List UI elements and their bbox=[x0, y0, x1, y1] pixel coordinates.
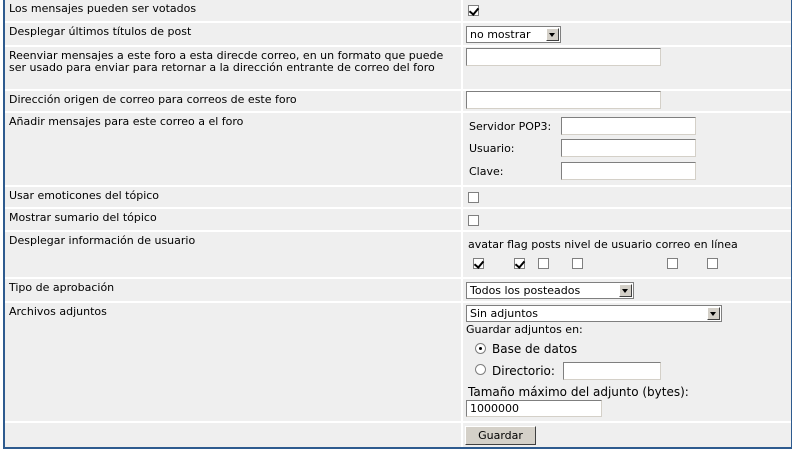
attachments-select[interactable]: Sin adjuntos bbox=[466, 305, 722, 322]
label-forward: Reenviar mensajes a este foro a esta dir… bbox=[5, 47, 461, 89]
save-button[interactable]: Guardar bbox=[465, 426, 536, 445]
label-origin: Dirección origen de correo para correos … bbox=[5, 91, 461, 111]
pop-user-input[interactable] bbox=[561, 139, 696, 157]
label-userinfo: Desplegar información de usuario bbox=[5, 232, 461, 277]
summary-checkbox[interactable] bbox=[468, 215, 479, 226]
save-in-label: Guardar adjuntos en: bbox=[466, 323, 583, 336]
row-save: Guardar bbox=[5, 423, 791, 447]
approval-select[interactable]: Todos los posteados bbox=[466, 282, 634, 299]
label-emoticons: Usar emoticones del tópico bbox=[5, 187, 461, 207]
pop-server-input[interactable] bbox=[561, 117, 696, 135]
online-checkbox[interactable] bbox=[707, 258, 718, 269]
chevron-down-icon bbox=[707, 307, 720, 320]
database-label: Base de datos bbox=[492, 342, 578, 356]
pop-pass-label: Clave: bbox=[469, 165, 504, 178]
label-approval: Tipo de aprobación bbox=[5, 279, 461, 301]
label-voted: Los mensajes pueden ser votados bbox=[5, 0, 461, 21]
user-level-checkbox[interactable] bbox=[572, 258, 583, 269]
voted-checkbox[interactable] bbox=[468, 5, 479, 16]
emoticons-checkbox[interactable] bbox=[468, 192, 479, 203]
label-titles: Desplegar últimos títulos de post bbox=[5, 23, 461, 45]
forum-settings-panel: Los mensajes pueden ser votados Desplega… bbox=[3, 0, 792, 449]
label-save-empty bbox=[5, 423, 461, 447]
max-size-input[interactable] bbox=[466, 400, 602, 417]
flag-checkbox[interactable] bbox=[514, 258, 525, 269]
row-pop: Añadir mensajes para este correo a el fo… bbox=[5, 113, 791, 185]
posts-checkbox[interactable] bbox=[538, 258, 549, 269]
label-pop: Añadir mensajes para este correo a el fo… bbox=[5, 113, 461, 185]
email-checkbox[interactable] bbox=[667, 258, 678, 269]
attachments-select-value: Sin adjuntos bbox=[470, 307, 539, 320]
directory-radio[interactable] bbox=[475, 364, 486, 375]
origin-email-input[interactable] bbox=[466, 91, 661, 109]
titles-select[interactable]: no mostrar bbox=[466, 26, 561, 43]
row-emoticons: Usar emoticones del tópico bbox=[5, 187, 791, 207]
row-userinfo: Desplegar información de usuario avatar … bbox=[5, 232, 791, 277]
userinfo-header: avatar flag posts nivel de usuario corre… bbox=[468, 238, 738, 251]
pop-server-label: Servidor POP3: bbox=[469, 120, 552, 133]
chevron-down-icon bbox=[619, 284, 632, 297]
row-titles: Desplegar últimos títulos de post no mos… bbox=[5, 23, 791, 45]
avatar-checkbox[interactable] bbox=[473, 258, 484, 269]
row-summary: Mostrar sumario del tópico bbox=[5, 209, 791, 230]
chevron-down-icon bbox=[546, 28, 559, 41]
row-approval: Tipo de aprobación Todos los posteados bbox=[5, 279, 791, 301]
titles-select-value: no mostrar bbox=[470, 28, 531, 41]
approval-select-value: Todos los posteados bbox=[470, 284, 581, 297]
database-radio[interactable] bbox=[475, 343, 486, 354]
max-size-label: Tamaño máximo del adjunto (bytes): bbox=[468, 385, 689, 399]
forward-email-input[interactable] bbox=[466, 48, 661, 66]
label-summary: Mostrar sumario del tópico bbox=[5, 209, 461, 230]
pop-user-label: Usuario: bbox=[469, 142, 515, 155]
row-origin: Dirección origen de correo para correos … bbox=[5, 91, 791, 111]
pop-pass-input[interactable] bbox=[561, 162, 696, 180]
directory-label: Directorio: bbox=[492, 364, 555, 378]
label-attachments: Archivos adjuntos bbox=[5, 303, 461, 421]
row-voted: Los mensajes pueden ser votados bbox=[5, 0, 791, 21]
directory-input[interactable] bbox=[563, 362, 661, 380]
row-attachments: Archivos adjuntos Sin adjuntos Guardar a… bbox=[5, 303, 791, 421]
row-forward: Reenviar mensajes a este foro a esta dir… bbox=[5, 47, 791, 89]
